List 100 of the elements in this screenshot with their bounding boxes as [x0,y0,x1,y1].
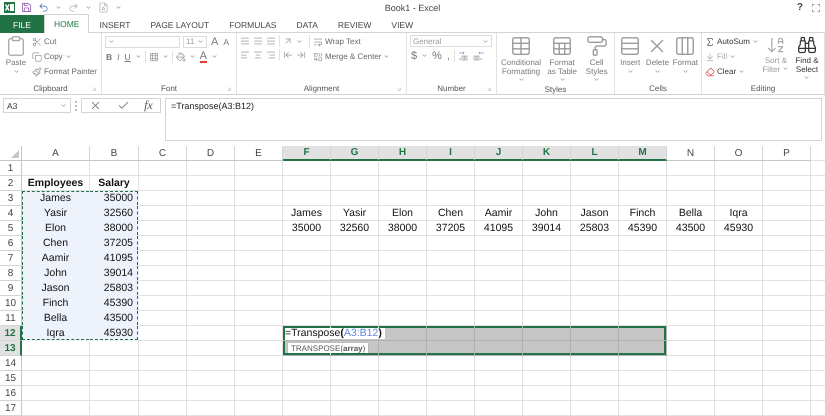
table-cell-text: 39014 [530,221,562,236]
column-header[interactable]: N [667,146,715,161]
bold-button[interactable]: B [105,50,114,63]
percent-button[interactable]: % [431,49,443,62]
dialog-launcher-icon[interactable] [226,86,232,92]
column-header[interactable]: I [427,146,475,161]
table-cell-text: Elon [390,206,414,221]
ribbon-button[interactable]: Wrap Text [313,35,390,48]
table-cell: James [22,191,90,206]
table-cell-text: 35000 [290,221,322,236]
font-color-button[interactable]: A [198,50,208,63]
insert-function-button[interactable]: fx [144,98,153,113]
ribbon-button[interactable]: Find & Select [792,35,821,83]
ribbon-button[interactable]: AutoSum [705,35,759,48]
row-header[interactable]: 2 [0,176,22,191]
paste-button[interactable]: Paste [3,35,29,82]
ribbon-tab[interactable]: FORMULAS [219,15,286,33]
currency-button[interactable]: $ [410,49,418,62]
scissors-icon [32,36,42,46]
column-header[interactable]: K [523,146,571,161]
row-header[interactable]: 13 [0,341,22,356]
ribbon-tab[interactable]: REVIEW [328,15,382,33]
column-header[interactable]: C [139,146,187,161]
table-cell: 45930 [90,326,139,341]
help-button[interactable]: ? [796,2,803,13]
table-cell: 35000 [90,191,139,206]
ribbon-button[interactable]: Format [672,35,698,82]
ribbon-button[interactable]: Cut [32,35,97,48]
sigma-icon [705,36,715,46]
table-cell: Chen [22,236,90,251]
column-header[interactable]: G [331,146,379,161]
group-label: Styles [544,85,566,94]
ribbon-button[interactable]: Format as Table [545,35,580,85]
dialog-launcher-icon[interactable] [486,86,492,92]
column-header[interactable]: D [187,146,235,161]
column-header[interactable]: B [90,146,139,161]
row-header[interactable]: 15 [0,371,22,386]
dialog-launcher-icon[interactable] [396,86,402,92]
group-label: Font [160,84,177,92]
formula-field[interactable]: =Transpose(A3:B12) [165,98,822,141]
column-header[interactable]: P [763,146,811,161]
ribbon-button[interactable]: Clear [705,65,759,78]
row-header[interactable]: 12 [0,326,22,341]
table-cell-text: 25803 [578,221,610,236]
underline-button[interactable]: U [124,50,132,63]
name-box[interactable]: A3 [3,98,71,113]
copy-icon [32,52,42,62]
select-all-corner[interactable] [0,146,22,161]
ribbon-tab[interactable]: DATA [286,15,328,33]
decrease-indent-icon [283,50,293,60]
dialog-launcher-icon[interactable] [91,86,97,92]
increase-indent-icon [296,50,306,60]
undo-icon [38,2,49,13]
caret-icon [12,68,20,75]
ribbon-tab[interactable]: HOME [44,14,90,33]
align-middle-icon [253,36,263,46]
row-header[interactable]: 16 [0,386,22,401]
italic-button[interactable]: I [116,50,121,63]
column-header[interactable]: O [715,146,763,161]
ribbon-tab[interactable]: VIEW [381,15,424,33]
ribbon-tab[interactable]: PAGE LAYOUT [140,15,220,33]
redo-icon [68,2,79,13]
column-header[interactable]: L [571,146,619,161]
excel-logo-icon [4,2,15,13]
fill-color-icon [176,52,186,62]
column-header[interactable]: A [22,146,90,161]
table-cell: 38000 [90,221,139,236]
ribbon-button[interactable]: Merge & Center [313,50,390,63]
comma-button[interactable]: , [446,49,451,62]
ribbon-button[interactable]: Delete [645,35,670,82]
file-tab[interactable]: FILE [0,15,44,33]
row-header[interactable]: 17 [0,401,22,416]
rows-icon [619,35,642,57]
ribbon-button[interactable]: Insert [618,35,642,82]
shrink-font-button[interactable]: A [222,35,230,48]
ribbon-button[interactable]: Conditional Formatting [500,35,542,85]
merge-icon [313,52,323,62]
column-header[interactable]: J [475,146,523,161]
ribbon-button[interactable]: Cell Styles [582,35,611,85]
table-cell: Yasir [22,206,90,221]
row-header[interactable]: 1 [0,161,22,176]
font-name-field[interactable] [105,36,180,48]
caret-icon [518,76,524,83]
table-cell-text: Jason [579,206,610,221]
ribbon-tab[interactable]: INSERT [89,15,140,33]
ribbon-button[interactable]: Format Painter [32,65,97,78]
caret-icon [162,53,169,60]
sheet-icon [551,35,574,57]
grow-font-button[interactable]: A [210,35,220,48]
cell-editor[interactable]: =Transpose(A3:B12) [284,327,385,339]
sort-icon [766,35,786,55]
column-header[interactable]: F [283,146,331,161]
row-header[interactable]: 14 [0,356,22,371]
ribbon-button[interactable]: Copy [32,50,97,63]
table-cell-text: 45390 [626,221,658,236]
column-header[interactable]: M [619,146,667,161]
table-cell: 43500 [90,311,139,326]
table-icon [510,35,532,57]
table-cell-text: 37205 [434,221,466,236]
column-header[interactable]: H [379,146,427,161]
